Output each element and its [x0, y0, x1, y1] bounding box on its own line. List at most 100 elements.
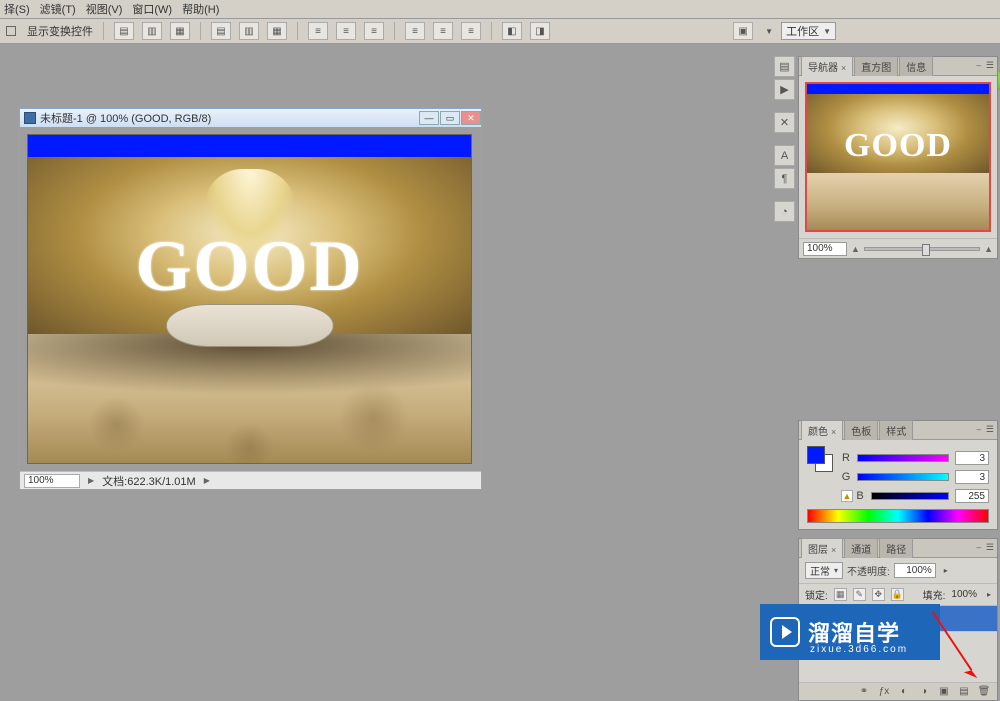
g-slider[interactable] — [857, 473, 949, 481]
autoalign-icon[interactable]: ◨ — [530, 22, 550, 40]
align-icon[interactable]: ▥ — [239, 22, 259, 40]
panel-collapse-icon[interactable]: – — [977, 61, 981, 70]
chevron-icon[interactable]: ▶ — [88, 476, 94, 485]
tool-presets-icon[interactable]: ✕ — [774, 112, 795, 133]
maximize-button[interactable]: ▭ — [440, 111, 460, 125]
align-icon[interactable]: ▦ — [267, 22, 287, 40]
screen-mode-icon[interactable]: ▣ — [733, 22, 753, 40]
dist-icon[interactable]: ≡ — [308, 22, 328, 40]
lock-transparency-icon[interactable]: ▦ — [834, 588, 847, 601]
chevron-icon[interactable]: ▶ — [204, 476, 210, 485]
b-label: B — [855, 490, 865, 502]
chevron-down-icon[interactable]: ▼ — [765, 27, 773, 36]
tab-swatches[interactable]: 色板 — [844, 420, 878, 440]
watermark: 溜溜自学 zixue.3d66.com — [760, 604, 940, 660]
close-icon[interactable]: × — [831, 427, 836, 437]
document-statusbar: 100% ▶ 文档:622.3K/1.01M ▶ — [20, 471, 481, 489]
chevron-icon[interactable]: ▸ — [944, 566, 948, 575]
menu-view[interactable]: 视图(V) — [86, 1, 123, 17]
workspace-combo[interactable]: 工作区▼ — [781, 22, 836, 40]
panel-menu-icon[interactable]: ☰ — [986, 424, 994, 435]
text-layer-good[interactable]: GOOD — [135, 230, 363, 302]
zoom-field[interactable]: 100% — [24, 474, 80, 488]
color-spectrum[interactable] — [807, 509, 989, 523]
tab-styles[interactable]: 样式 — [879, 420, 913, 440]
tab-paths[interactable]: 路径 — [879, 538, 913, 558]
document-titlebar[interactable]: 未标题-1 @ 100% (GOOD, RGB/8) — ▭ ✕ — [20, 109, 481, 127]
g-value[interactable]: 3 — [955, 470, 989, 484]
autoalign-icon[interactable]: ◧ — [502, 22, 522, 40]
menu-filter[interactable]: 滤镜(T) — [40, 1, 76, 17]
navigator-zoom-slider[interactable] — [864, 247, 980, 251]
delete-layer-icon[interactable]: 🗑 — [977, 685, 991, 699]
align-icon[interactable]: ▦ — [170, 22, 190, 40]
b-slider[interactable] — [871, 492, 949, 500]
foreground-color-swatch[interactable] — [807, 446, 825, 464]
close-icon[interactable]: × — [841, 63, 846, 73]
zoom-in-icon[interactable]: ▲ — [984, 244, 993, 254]
link-layers-icon[interactable]: ⚭ — [857, 685, 871, 699]
panel-collapse-icon[interactable]: – — [977, 425, 981, 434]
panel-menu-icon[interactable]: ☰ — [986, 542, 994, 553]
align-icon[interactable]: ▤ — [114, 22, 134, 40]
menu-select[interactable]: 择(S) — [4, 1, 30, 17]
dist-icon[interactable]: ≡ — [433, 22, 453, 40]
r-value[interactable]: 3 — [955, 451, 989, 465]
close-button[interactable]: ✕ — [461, 111, 481, 125]
ps-file-icon — [24, 112, 36, 124]
new-layer-icon[interactable]: ▤ — [957, 685, 971, 699]
r-slider[interactable] — [857, 454, 949, 462]
play-icon — [770, 617, 800, 647]
tab-info[interactable]: 信息 — [899, 56, 933, 76]
canvas[interactable]: GOOD — [27, 134, 472, 464]
layers-footer: ⚭ ƒx ◐ ◑ ▣ ▤ 🗑 — [799, 682, 997, 700]
tab-histogram[interactable]: 直方图 — [854, 56, 898, 76]
show-transform-checkbox[interactable] — [6, 26, 16, 36]
tab-channels[interactable]: 通道 — [844, 538, 878, 558]
chevron-down-icon: ▼ — [823, 27, 831, 36]
fill-label: 填充: — [923, 587, 946, 602]
collapsed-panel-strip: ▤ ▶ ✕ A ¶ ◔ — [774, 56, 795, 222]
lock-move-icon[interactable]: ✥ — [872, 588, 885, 601]
color-panel: 颜色× 色板 样式 – ☰ R 3 G — [798, 420, 998, 530]
dist-icon[interactable]: ≡ — [461, 22, 481, 40]
chevron-icon[interactable]: ▸ — [987, 590, 991, 599]
paragraph-panel-icon[interactable]: ¶ — [774, 168, 795, 189]
minimize-button[interactable]: — — [419, 111, 439, 125]
navigator-thumbnail[interactable]: GOOD — [805, 82, 991, 232]
tab-navigator[interactable]: 导航器× — [801, 56, 853, 76]
dist-icon[interactable]: ≡ — [364, 22, 384, 40]
brushes-panel-icon[interactable]: ◔ — [774, 201, 795, 222]
actions-panel-icon[interactable]: ▶ — [774, 79, 795, 100]
tab-layers[interactable]: 图层× — [801, 538, 843, 558]
opacity-field[interactable]: 100% — [894, 563, 936, 578]
fill-field[interactable]: 100% — [951, 589, 977, 600]
dist-icon[interactable]: ≡ — [405, 22, 425, 40]
layer-style-icon[interactable]: ƒx — [877, 685, 891, 699]
options-bar: 显示变换控件 ▤ ▥ ▦ ▤ ▥ ▦ ≡ ≡ ≡ ≡ ≡ ≡ ◧ ◨ ▣ ▼ 工… — [0, 19, 1000, 44]
panel-menu-icon[interactable]: ☰ — [986, 60, 994, 71]
align-icon[interactable]: ▥ — [142, 22, 162, 40]
close-icon[interactable]: × — [831, 545, 836, 555]
zoom-out-icon[interactable]: ▲ — [851, 244, 860, 254]
lock-paint-icon[interactable]: ✎ — [853, 588, 866, 601]
layer-mask-icon[interactable]: ◐ — [897, 685, 911, 699]
group-icon[interactable]: ▣ — [937, 685, 951, 699]
opacity-label: 不透明度: — [847, 563, 890, 578]
dist-icon[interactable]: ≡ — [336, 22, 356, 40]
menu-help[interactable]: 帮助(H) — [182, 1, 219, 17]
adjustment-layer-icon[interactable]: ◑ — [917, 685, 931, 699]
tab-color[interactable]: 颜色× — [801, 420, 843, 440]
g-label: G — [841, 471, 851, 483]
lock-all-icon[interactable]: 🔒 — [891, 588, 904, 601]
navigator-zoom-field[interactable]: 100% — [803, 242, 847, 256]
menu-window[interactable]: 窗口(W) — [132, 1, 172, 17]
navigator-panel: 导航器× 直方图 信息 – ☰ GOOD 100% ▲ ▲ — [798, 56, 998, 259]
blend-mode-combo[interactable]: 正常▾ — [805, 562, 843, 579]
character-panel-icon[interactable]: A — [774, 145, 795, 166]
b-value[interactable]: 255 — [955, 489, 989, 503]
gamut-warning-icon[interactable]: ▲ — [841, 490, 853, 502]
history-panel-icon[interactable]: ▤ — [774, 56, 795, 77]
panel-collapse-icon[interactable]: – — [977, 543, 981, 552]
align-icon[interactable]: ▤ — [211, 22, 231, 40]
